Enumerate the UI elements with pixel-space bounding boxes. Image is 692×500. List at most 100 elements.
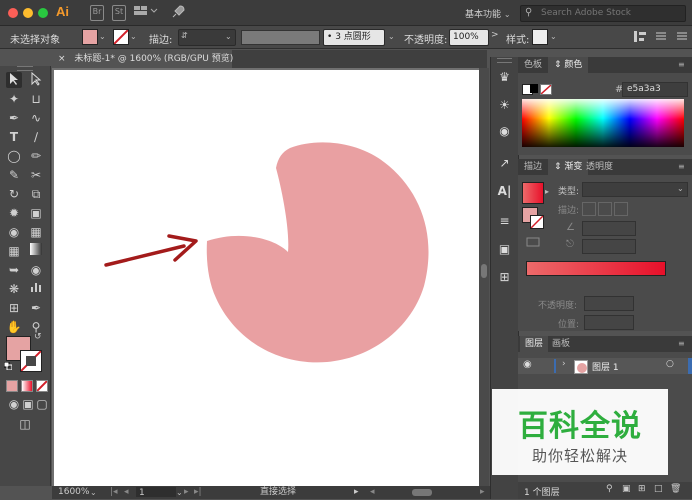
- first-page-icon[interactable]: |◂: [110, 486, 118, 499]
- gradient-position-field[interactable]: [584, 315, 634, 330]
- direct-selection-tool-icon[interactable]: [28, 71, 44, 88]
- zoom-window-button[interactable]: [38, 8, 48, 18]
- close-window-button[interactable]: [8, 8, 18, 18]
- opacity-input[interactable]: 100%: [449, 29, 489, 46]
- tab-stroke[interactable]: 描边: [520, 159, 546, 175]
- gradient-mode-button[interactable]: [21, 380, 33, 392]
- status-menu-icon[interactable]: ▸: [354, 486, 359, 499]
- magic-wand-icon[interactable]: ✦: [6, 91, 22, 107]
- eye-icon[interactable]: ◉: [523, 359, 532, 370]
- tab-transparency[interactable]: 透明度: [582, 159, 617, 175]
- tab-color[interactable]: ⇕ 颜色: [548, 57, 589, 73]
- clipping-mask-icon[interactable]: ▣: [622, 484, 631, 494]
- opacity-dropdown-icon[interactable]: >: [491, 30, 499, 40]
- stroke-along-icon[interactable]: [598, 202, 612, 216]
- delete-layer-icon[interactable]: 🗑: [670, 484, 681, 494]
- scroll-thumb[interactable]: [481, 264, 487, 278]
- fill-swatch[interactable]: [82, 29, 98, 45]
- vertical-scrollbar[interactable]: [479, 68, 489, 486]
- stroke-across-icon[interactable]: [614, 202, 628, 216]
- graphic-style-swatch[interactable]: [532, 29, 548, 45]
- chevron-down-icon[interactable]: ⌄: [388, 32, 395, 41]
- blend-tool-icon[interactable]: ◉: [28, 262, 44, 278]
- scroll-left-icon[interactable]: ◂: [370, 486, 375, 499]
- scale-tool-icon[interactable]: ⧉: [28, 186, 44, 202]
- prev-page-icon[interactable]: ◂: [124, 486, 129, 499]
- panel-menu-icon[interactable]: ≡: [678, 162, 685, 171]
- scissors-icon[interactable]: ✂: [28, 167, 44, 183]
- angle-field[interactable]: [582, 221, 636, 236]
- tab-artboards[interactable]: 画板: [548, 336, 574, 352]
- mesh-tool-icon[interactable]: ▦: [6, 243, 22, 259]
- line-tool-icon[interactable]: ∕: [28, 129, 44, 145]
- warp-tool-icon[interactable]: ✹: [6, 205, 22, 221]
- fill-stroke-stroke-swatch[interactable]: [530, 215, 544, 229]
- puppet-icon[interactable]: ♛: [496, 69, 513, 86]
- tab-layers[interactable]: 图层: [520, 336, 549, 352]
- rocket-icon[interactable]: [170, 5, 186, 19]
- reverse-gradient-icon[interactable]: [526, 237, 540, 247]
- none-mode-button[interactable]: [36, 380, 48, 392]
- control-bar-menu-icon[interactable]: [676, 30, 688, 43]
- zoom-level[interactable]: 1600%: [58, 486, 89, 499]
- graph-tool-icon[interactable]: [28, 281, 44, 297]
- align-icon[interactable]: [633, 30, 647, 43]
- ellipse-tool-icon[interactable]: ◯: [6, 148, 22, 164]
- swap-fill-stroke-icon[interactable]: ↺: [34, 332, 42, 342]
- aspect-ratio-field[interactable]: [582, 239, 636, 254]
- lasso-icon[interactable]: ⊔: [28, 91, 44, 107]
- white-color-button[interactable]: [540, 84, 552, 95]
- align-panel-icon[interactable]: ≡: [496, 213, 513, 230]
- character-icon[interactable]: A|: [496, 183, 513, 200]
- default-colors-icon[interactable]: [3, 361, 13, 371]
- hex-input[interactable]: e5a3a3: [622, 82, 688, 97]
- document-tab[interactable]: × 未标题-1* @ 1600% (RGB/GPU 预览): [52, 50, 233, 68]
- next-page-icon[interactable]: ▸: [184, 486, 189, 499]
- shaper-tool-icon[interactable]: ✎: [6, 167, 22, 183]
- page-dropdown-icon[interactable]: ⌄: [176, 486, 183, 499]
- stock-search-field[interactable]: ⚲: [520, 5, 686, 22]
- brightness-icon[interactable]: ☀: [496, 97, 513, 114]
- tab-swatches[interactable]: 色板: [520, 57, 546, 73]
- transform-options-icon[interactable]: [654, 30, 668, 43]
- gradient-type-select[interactable]: ⌄: [582, 182, 688, 197]
- rotate-tool-icon[interactable]: ↻: [6, 186, 22, 202]
- stroke-dropdown-icon[interactable]: ⌄: [130, 32, 137, 41]
- expand-layer-icon[interactable]: ›: [562, 359, 566, 369]
- scroll-right-icon[interactable]: ▸: [480, 486, 485, 499]
- shape-builder-icon[interactable]: ◉: [6, 224, 22, 240]
- bridge-icon[interactable]: Br: [90, 5, 104, 21]
- gradient-slider[interactable]: [526, 261, 666, 276]
- free-transform-icon[interactable]: ▣: [28, 205, 44, 221]
- arrange-documents-icon[interactable]: [134, 5, 158, 19]
- selection-tool-icon[interactable]: [6, 72, 22, 88]
- stroke-within-icon[interactable]: [582, 202, 596, 216]
- layer-name[interactable]: 图层 1: [592, 360, 619, 373]
- symbol-sprayer-icon[interactable]: ❋: [6, 281, 22, 297]
- toolbox-grip[interactable]: [17, 66, 33, 71]
- locate-object-icon[interactable]: ⚲: [606, 484, 613, 494]
- curvature-tool-icon[interactable]: ∿: [28, 110, 44, 126]
- color-mode-button[interactable]: [6, 380, 18, 392]
- strip-grip[interactable]: [497, 58, 512, 63]
- stroke-weight-field[interactable]: ⇵ ⌄: [178, 29, 236, 46]
- color-spectrum[interactable]: [522, 99, 684, 147]
- new-sublayer-icon[interactable]: ⊞: [638, 484, 646, 494]
- draw-inside-icon[interactable]: ▢: [34, 396, 50, 412]
- horizontal-scroll-thumb[interactable]: [412, 489, 432, 496]
- gradient-opacity-field[interactable]: [584, 296, 634, 311]
- slice-tool-icon[interactable]: ✒: [28, 300, 44, 316]
- new-layer-icon[interactable]: □: [654, 484, 663, 494]
- chevron-down-icon[interactable]: ⌄: [550, 32, 557, 41]
- panel-menu-icon[interactable]: ≡: [678, 339, 685, 348]
- stroke-swatch[interactable]: [113, 29, 129, 45]
- brush-definition-dropdown[interactable]: • 3 点圆形: [323, 29, 385, 46]
- eyedropper-icon[interactable]: ➥: [6, 262, 22, 278]
- layer-row[interactable]: ◉ › 图层 1 ○: [518, 358, 688, 374]
- last-page-icon[interactable]: ▸|: [194, 486, 202, 499]
- artboard-tool-icon[interactable]: ⊞: [6, 300, 22, 316]
- export-icon[interactable]: ↗: [496, 155, 513, 172]
- minimize-window-button[interactable]: [23, 8, 33, 18]
- artboard[interactable]: [54, 70, 487, 486]
- pen-tool-icon[interactable]: ✒: [6, 110, 22, 126]
